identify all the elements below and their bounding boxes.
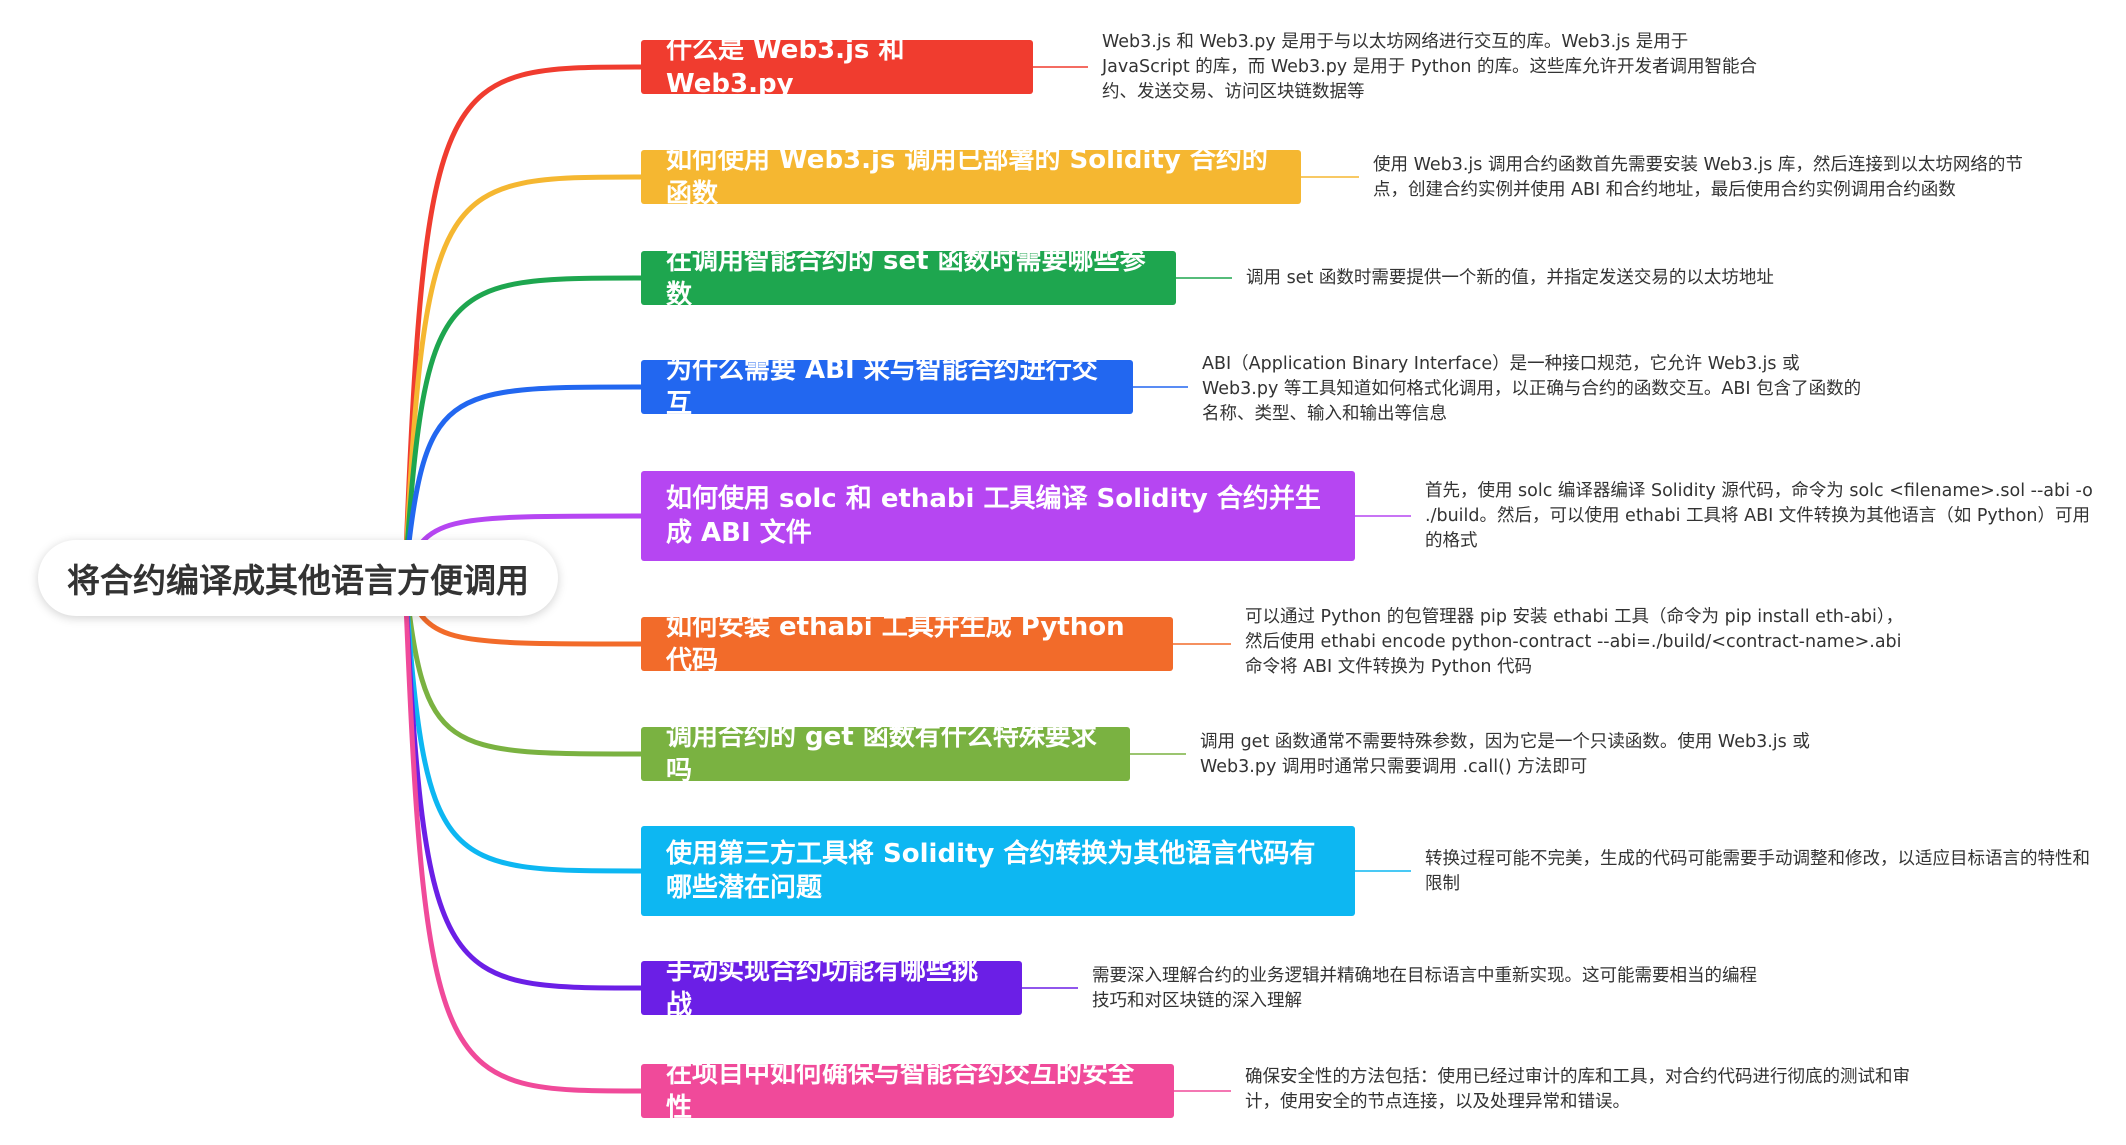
note-third-party-tools: 转换过程可能不完美，生成的代码可能需要手动调整和修改，以适应目标语言的特性和限制 xyxy=(1425,849,2090,894)
branch-connector xyxy=(402,575,644,1094)
note-manual-implementation: 需要深入理解合约的业务逻辑并精确地在目标语言中重新实现。这可能需要相当的编程技巧… xyxy=(1092,966,1757,1011)
mind-map: 将合约编译成其他语言方便调用 什么是 Web3.js 和 Web3.py 如何使… xyxy=(0,0,2126,1145)
topic-call-deployed-contract[interactable]: 如何使用 Web3.js 调用已部署的 Solidity 合约的函数 xyxy=(641,145,1301,209)
note-get-function: 调用 get 函数通常不需要特殊参数，因为它是一个只读函数。使用 Web3.js… xyxy=(1200,732,1810,777)
topic-manual-implementation[interactable]: 手动实现合约功能有哪些挑战 xyxy=(641,956,1022,1020)
topic-set-function-params[interactable]: 在调用智能合约的 set 函数时需要哪些参数 xyxy=(641,246,1176,310)
topic-why-abi[interactable]: 为什么需要 ABI 来与智能合约进行交互 xyxy=(641,355,1133,419)
note-set-function-params: 调用 set 函数时需要提供一个新的值，并指定发送交易的以太坊地址 xyxy=(1246,268,1774,288)
branch-connector xyxy=(402,64,644,581)
note-call-deployed-contract: 使用 Web3.js 调用合约函数首先需要安装 Web3.js 库，然后连接到以… xyxy=(1373,155,2023,200)
branch-connector xyxy=(402,575,644,991)
note-why-abi: ABI（Application Binary Interface）是一种接口规范… xyxy=(1202,354,1862,424)
note-web3-libraries: Web3.js 和 Web3.py 是用于与以太坊网络进行交互的库。Web3.j… xyxy=(1102,32,1758,102)
topic-web3-libraries[interactable]: 什么是 Web3.js 和 Web3.py xyxy=(641,35,1033,99)
topic-get-function[interactable]: 调用合约的 get 函数有什么特殊要求吗 xyxy=(641,722,1130,786)
branch-connector xyxy=(402,575,644,874)
topic-security[interactable]: 在项目中如何确保与智能合约交互的安全性 xyxy=(641,1059,1174,1123)
note-install-ethabi: 可以通过 Python 的包管理器 pip 安装 ethabi 工具（命令为 p… xyxy=(1245,607,1904,677)
topic-solc-ethabi-compile[interactable]: 如何使用 solc 和 ethabi 工具编译 Solidity 合约并生成 A… xyxy=(641,471,1355,561)
central-topic[interactable]: 将合约编译成其他语言方便调用 xyxy=(38,540,558,616)
note-solc-ethabi-compile: 首先，使用 solc 编译器编译 Solidity 源代码，命令为 solc <… xyxy=(1425,481,2093,551)
topic-install-ethabi[interactable]: 如何安装 ethabi 工具并生成 Python 代码 xyxy=(641,612,1173,676)
topic-third-party-tools[interactable]: 使用第三方工具将 Solidity 合约转换为其他语言代码有哪些潜在问题 xyxy=(641,826,1355,916)
note-security: 确保安全性的方法包括：使用已经过审计的库和工具，对合约代码进行彻底的测试和审计，… xyxy=(1245,1067,1910,1112)
